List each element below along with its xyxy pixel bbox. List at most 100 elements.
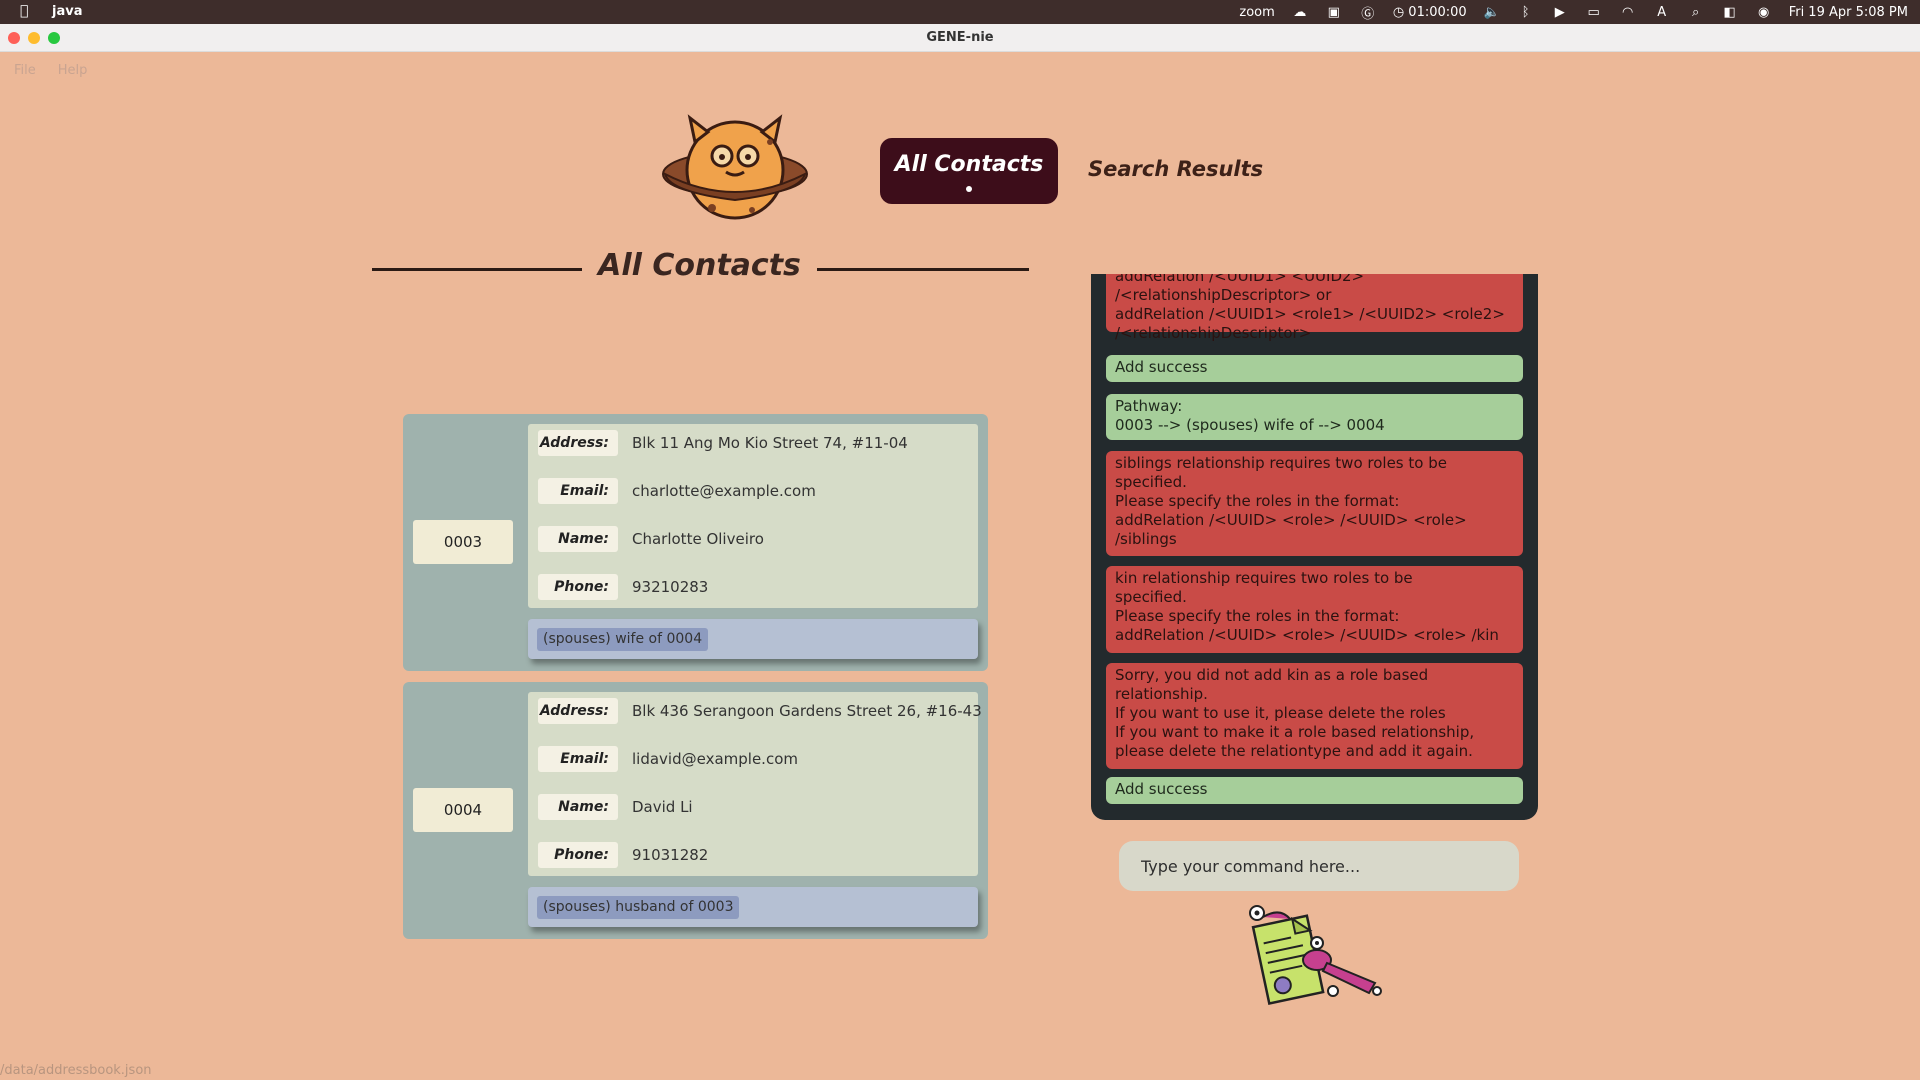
command-input[interactable] xyxy=(1119,841,1519,891)
relationship-tag: (spouses) wife of 0004 xyxy=(537,628,709,651)
tab-search-results[interactable]: Search Results xyxy=(1088,157,1263,181)
result-message-error: Sorry, you did not add kin as a role bas… xyxy=(1106,663,1523,769)
screen-icon[interactable]: ▣ xyxy=(1325,5,1343,20)
address-label: Address: xyxy=(538,430,618,456)
timer-icon: ◷ xyxy=(1392,4,1409,20)
document-mascot-illustration xyxy=(1249,905,1382,1005)
address-row: Address: Blk 436 Serangoon Gardens Stree… xyxy=(538,697,982,725)
phone-row: Phone: 91031282 xyxy=(538,841,708,869)
control-center-icon[interactable]: ◧ xyxy=(1721,5,1739,20)
name-value: Charlotte Oliveiro xyxy=(632,530,764,548)
app-name[interactable]: java xyxy=(52,4,82,19)
app-menu: File Help xyxy=(14,63,87,78)
phone-label: Phone: xyxy=(538,574,618,600)
tab-all-contacts-label: All Contacts xyxy=(894,152,1044,177)
genie-planet-logo xyxy=(662,114,808,220)
email-label: Email: xyxy=(538,746,618,772)
menu-help[interactable]: Help xyxy=(58,63,88,78)
result-line: 0003 --> (spouses) wife of --> 0004 xyxy=(1115,416,1385,434)
menu-file[interactable]: File xyxy=(14,63,36,78)
window-title: GENE-nie xyxy=(926,30,994,45)
result-line: please delete the relationtype and add i… xyxy=(1115,742,1473,760)
phone-row: Phone: 93210283 xyxy=(538,573,708,601)
name-row: Name: David Li xyxy=(538,793,693,821)
phone-label: Phone: xyxy=(538,842,618,868)
wifi-icon[interactable]: ◠ xyxy=(1619,5,1637,20)
result-line: relationship. xyxy=(1115,685,1208,703)
phone-value: 91031282 xyxy=(632,846,709,864)
result-line: specified. xyxy=(1115,588,1187,606)
address-label: Address: xyxy=(538,698,618,724)
contact-id: 0003 xyxy=(413,520,513,564)
result-message-success: Pathway: 0003 --> (spouses) wife of --> … xyxy=(1106,394,1523,440)
timer-text: 01:00:00 xyxy=(1408,4,1467,20)
bluetooth-icon[interactable]: ᛒ xyxy=(1517,5,1535,20)
result-line: /<relationshipDescriptor> xyxy=(1115,324,1312,342)
result-line: siblings relationship requires two roles… xyxy=(1115,454,1447,472)
result-line: addRelation /<UUID1> <role1> /<UUID2> <r… xyxy=(1115,305,1505,323)
phone-value: 93210283 xyxy=(632,578,709,596)
result-line: addRelation /<UUID1> <UUID2> xyxy=(1115,274,1365,285)
result-line: Please specify the roles in the format: xyxy=(1115,607,1400,625)
siri-icon[interactable]: ◉ xyxy=(1755,5,1773,20)
result-message-success: Add success xyxy=(1106,355,1523,382)
play-icon[interactable]: ▶ xyxy=(1551,5,1569,20)
result-line: /siblings xyxy=(1115,530,1177,548)
active-tab-indicator xyxy=(966,186,972,192)
spotlight-icon[interactable]: ⌕ xyxy=(1687,5,1705,20)
heading-divider-left xyxy=(372,268,582,271)
email-row: Email: lidavid@example.com xyxy=(538,745,798,773)
section-title: All Contacts xyxy=(598,248,801,283)
result-line: Add success xyxy=(1115,358,1208,376)
result-line: Pathway: xyxy=(1115,397,1183,415)
window-title-bar: GENE-nie xyxy=(0,24,1920,52)
name-row: Name: Charlotte Oliveiro xyxy=(538,525,764,553)
contact-fields: Address: Blk 11 Ang Mo Kio Street 74, #1… xyxy=(528,424,978,608)
input-source-icon[interactable]: A xyxy=(1653,5,1671,20)
result-message-error: siblings relationship requires two roles… xyxy=(1106,451,1523,556)
status-area: zoom ☁ ▣ Ⓖ ◷ 01:00:00 🔈 ᛒ ▶ ▭ ◠ A ⌕ ◧ ◉ … xyxy=(1239,0,1908,24)
zoom-status[interactable]: zoom xyxy=(1239,5,1274,20)
result-line: addRelation /<UUID> <role> /<UUID> <role… xyxy=(1115,626,1499,644)
name-value: David Li xyxy=(632,798,693,816)
email-value: charlotte@example.com xyxy=(632,482,816,500)
battery-icon[interactable]: ▭ xyxy=(1585,5,1603,20)
contact-id: 0004 xyxy=(413,788,513,832)
address-value: Blk 436 Serangoon Gardens Street 26, #16… xyxy=(632,702,982,720)
result-line: Add success xyxy=(1115,780,1208,798)
relationship-tag: (spouses) husband of 0003 xyxy=(537,896,740,919)
relationship-box: (spouses) husband of 0003 xyxy=(528,887,978,927)
timer-display[interactable]: ◷ 01:00:00 xyxy=(1393,5,1467,20)
apple-icon[interactable]:  xyxy=(20,3,28,19)
result-message-error: addRelation /<UUID1> <UUID2> /<relations… xyxy=(1106,274,1523,342)
heading-divider-right xyxy=(817,268,1029,271)
name-label: Name: xyxy=(538,526,618,552)
result-line: Please specify the roles in the format: xyxy=(1115,492,1400,510)
address-row: Address: Blk 11 Ang Mo Kio Street 74, #1… xyxy=(538,429,908,457)
contact-card[interactable]: 0004 Address: Blk 436 Serangoon Gardens … xyxy=(403,682,988,939)
result-message-success: Add success xyxy=(1106,777,1523,804)
storage-path-status: /data/addressbook.json xyxy=(0,1063,152,1078)
result-line: /<relationshipDescriptor> or xyxy=(1115,286,1332,304)
volume-icon[interactable]: 🔈 xyxy=(1483,5,1501,20)
result-line: If you want to use it, please delete the… xyxy=(1115,704,1446,722)
name-label: Name: xyxy=(538,794,618,820)
contact-card[interactable]: 0003 Address: Blk 11 Ang Mo Kio Street 7… xyxy=(403,414,988,671)
relationship-box: (spouses) wife of 0004 xyxy=(528,619,978,659)
result-message-error: kin relationship requires two roles to b… xyxy=(1106,566,1523,653)
email-row: Email: charlotte@example.com xyxy=(538,477,816,505)
tab-all-contacts[interactable]: All Contacts xyxy=(880,138,1058,204)
cloud-icon[interactable]: ☁ xyxy=(1291,5,1309,20)
result-line: addRelation /<UUID> <role> /<UUID> <role… xyxy=(1115,511,1467,529)
result-output-panel[interactable]: addRelation /<UUID1> <UUID2> /<relations… xyxy=(1091,274,1538,820)
system-menu-bar:  java zoom ☁ ▣ Ⓖ ◷ 01:00:00 🔈 ᛒ ▶ ▭ ◠ A… xyxy=(0,0,1920,24)
address-value: Blk 11 Ang Mo Kio Street 74, #11-04 xyxy=(632,434,908,452)
clock[interactable]: Fri 19 Apr 5:08 PM xyxy=(1789,5,1908,20)
result-line: specified. xyxy=(1115,473,1187,491)
grammarly-icon[interactable]: Ⓖ xyxy=(1359,3,1377,22)
result-line: Sorry, you did not add kin as a role bas… xyxy=(1115,666,1429,684)
result-line: If you want to make it a role based rela… xyxy=(1115,723,1475,741)
result-line: kin relationship requires two roles to b… xyxy=(1115,569,1413,587)
email-value: lidavid@example.com xyxy=(632,750,798,768)
contact-fields: Address: Blk 436 Serangoon Gardens Stree… xyxy=(528,692,982,876)
